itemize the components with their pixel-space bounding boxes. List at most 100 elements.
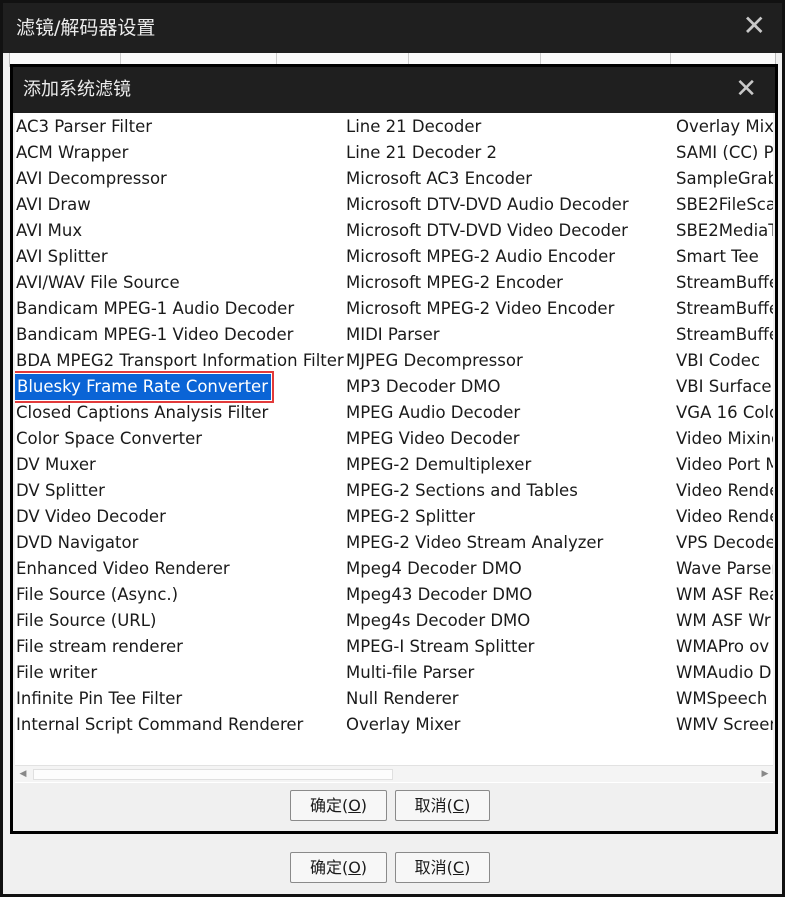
dialog-cancel-button[interactable]: 取消(C) [395, 790, 490, 821]
filter-list-item[interactable]: Overlay Mixer [345, 712, 629, 738]
filter-list-item[interactable]: Microsoft MPEG-2 Video Encoder [345, 296, 629, 322]
filter-list-item[interactable]: Microsoft DTV-DVD Video Decoder [345, 218, 629, 244]
filter-list-item[interactable]: Closed Captions Analysis Filter [15, 400, 344, 426]
filter-list-item[interactable]: Mpeg4s Decoder DMO [345, 608, 629, 634]
filter-list-item[interactable]: WMV Screen [675, 712, 773, 738]
filter-list-item[interactable]: Video Mixing [675, 426, 773, 452]
filter-list-item[interactable]: Wave Parser [675, 556, 773, 582]
filter-list-item[interactable]: Microsoft MPEG-2 Audio Encoder [345, 244, 629, 270]
filter-list-item[interactable]: Null Renderer [345, 686, 629, 712]
filter-list-item[interactable]: File stream renderer [15, 634, 344, 660]
filter-list-item-selected[interactable]: Bluesky Frame Rate Converter [15, 371, 274, 403]
dialog-cancel-accesskey: C [452, 796, 465, 815]
filter-list-item[interactable]: MJPEG Decompressor [345, 348, 629, 374]
filter-list-item[interactable]: Bandicam MPEG-1 Video Decoder [15, 322, 344, 348]
filter-list-column-1: AC3 Parser Filter ACM Wrapper AVI Decompre… [15, 114, 344, 738]
filter-list-item[interactable]: AC3 Parser Filter [15, 114, 344, 140]
filter-list-item[interactable]: AVI Draw [15, 192, 344, 218]
filter-list-item[interactable]: StreamBuffe [675, 322, 773, 348]
close-icon[interactable]: ✕ [743, 11, 766, 41]
scroll-right-icon[interactable]: ▶ [759, 768, 771, 780]
filter-list-item[interactable]: MPEG-2 Demultiplexer [345, 452, 629, 478]
filter-list-item[interactable]: WMSpeech [675, 686, 773, 712]
outer-ok-button[interactable]: 确定(O) [290, 852, 387, 883]
dialog-ok-label: 确定( [309, 796, 349, 815]
filter-list-item[interactable]: MPEG Audio Decoder [345, 400, 629, 426]
filter-list-item[interactable]: Color Space Converter [15, 426, 344, 452]
filter-list-item[interactable]: SampleGrab [675, 166, 773, 192]
filter-list-item[interactable]: Line 21 Decoder [345, 114, 629, 140]
filter-list-item[interactable]: AVI/WAV File Source [15, 270, 344, 296]
scrollbar-thumb[interactable] [33, 769, 393, 780]
filter-list-column-3: Overlay Mixe SAMI (CC) Pa SampleGrab SBE2Fi… [675, 114, 773, 738]
filter-list-item[interactable]: SAMI (CC) Pa [675, 140, 773, 166]
dialog-ok-button[interactable]: 确定(O) [290, 790, 387, 821]
filter-list-item[interactable]: Mpeg43 Decoder DMO [345, 582, 629, 608]
filter-list[interactable]: AC3 Parser Filter ACM Wrapper AVI Decompre… [15, 113, 773, 783]
filter-list-item[interactable]: Microsoft AC3 Encoder [345, 166, 629, 192]
filter-list-item[interactable]: DVD Navigator [15, 530, 344, 556]
filter-list-item[interactable]: DV Splitter [15, 478, 344, 504]
filter-list-item[interactable]: SBE2FileScan [675, 192, 773, 218]
dialog-cancel-suffix: ) [464, 796, 471, 815]
outer-cancel-label: 取消( [414, 858, 453, 877]
filter-list-item[interactable]: MIDI Parser [345, 322, 629, 348]
horizontal-scrollbar[interactable]: ◀ ▶ [15, 765, 773, 782]
filter-list-item[interactable]: WM ASF Rea [675, 582, 773, 608]
filter-list-item[interactable]: Video Port M [675, 452, 773, 478]
filter-list-item[interactable]: Video Rende [675, 504, 773, 530]
filter-list-item[interactable]: VBI Codec [675, 348, 773, 374]
dialog-title: 添加系统滤镜 [13, 67, 775, 113]
filter-list-item[interactable]: MP3 Decoder DMO [345, 374, 629, 400]
dialog-ok-suffix: ) [360, 796, 368, 815]
scroll-left-icon[interactable]: ◀ [17, 768, 29, 780]
filter-list-item[interactable]: File writer [15, 660, 344, 686]
window-title: 滤镜/解码器设置 [3, 3, 782, 53]
filter-list-item[interactable]: MPEG-2 Sections and Tables [345, 478, 629, 504]
outer-cancel-button[interactable]: 取消(C) [395, 852, 490, 883]
filter-list-item[interactable]: MPEG-2 Splitter [345, 504, 629, 530]
filter-list-item[interactable]: VBI Surface A [675, 374, 773, 400]
outer-ok-suffix: ) [360, 858, 368, 877]
filter-list-item[interactable]: MPEG-I Stream Splitter [345, 634, 629, 660]
filter-list-item[interactable]: File Source (URL) [15, 608, 344, 634]
filter-list-item[interactable]: AVI Decompressor [15, 166, 344, 192]
filter-list-item[interactable]: Video Rende [675, 478, 773, 504]
filter-list-item[interactable]: BDA MPEG2 Transport Information Filter [15, 348, 344, 374]
filter-list-item[interactable]: StreamBuffe [675, 296, 773, 322]
dialog-ok-accesskey: O [348, 796, 361, 815]
filter-list-item[interactable]: MPEG Video Decoder [345, 426, 629, 452]
filter-list-item[interactable]: Overlay Mixe [675, 114, 773, 140]
filter-list-item[interactable]: Infinite Pin Tee Filter [15, 686, 344, 712]
filter-list-item[interactable]: File Source (Async.) [15, 582, 344, 608]
filter-list-item[interactable]: AVI Splitter [15, 244, 344, 270]
filter-list-item[interactable]: Microsoft DTV-DVD Audio Decoder [345, 192, 629, 218]
filter-list-item[interactable]: VGA 16 Colo [675, 400, 773, 426]
filter-list-item[interactable]: Bandicam MPEG-1 Audio Decoder [15, 296, 344, 322]
filter-list-item[interactable]: WMAudio D [675, 660, 773, 686]
filter-list-item[interactable]: Mpeg4 Decoder DMO [345, 556, 629, 582]
filter-list-item[interactable]: VPS Decode [675, 530, 773, 556]
outer-ok-label: 确定( [309, 858, 349, 877]
dialog-cancel-label: 取消( [414, 796, 453, 815]
filter-list-item[interactable]: DV Muxer [15, 452, 344, 478]
outer-cancel-accesskey: C [452, 858, 465, 877]
filter-list-item[interactable]: Enhanced Video Renderer [15, 556, 344, 582]
filter-list-column-2: Line 21 Decoder Line 21 Decoder 2 Microsof… [345, 114, 629, 738]
filter-list-item[interactable]: WM ASF Wr [675, 608, 773, 634]
filter-list-item[interactable]: Smart Tee [675, 244, 773, 270]
filter-list-item[interactable]: ACM Wrapper [15, 140, 344, 166]
filter-list-item[interactable]: WMAPro ov [675, 634, 773, 660]
filter-list-item[interactable]: SBE2MediaT [675, 218, 773, 244]
filter-list-item[interactable]: Internal Script Command Renderer [15, 712, 344, 738]
filter-list-item[interactable]: StreamBuffe [675, 270, 773, 296]
filter-list-item[interactable]: MPEG-2 Video Stream Analyzer [345, 530, 629, 556]
filter-list-item[interactable]: Line 21 Decoder 2 [345, 140, 629, 166]
filter-list-item[interactable]: DV Video Decoder [15, 504, 344, 530]
filter-list-item[interactable]: AVI Mux [15, 218, 344, 244]
add-system-filter-dialog: 添加系统滤镜 ✕ AC3 Parser Filter ACM Wrapper AVI… [10, 64, 778, 834]
outer-cancel-suffix: ) [464, 858, 471, 877]
filter-list-item[interactable]: Multi-file Parser [345, 660, 629, 686]
dialog-close-icon[interactable]: ✕ [735, 75, 757, 103]
filter-list-item[interactable]: Microsoft MPEG-2 Encoder [345, 270, 629, 296]
